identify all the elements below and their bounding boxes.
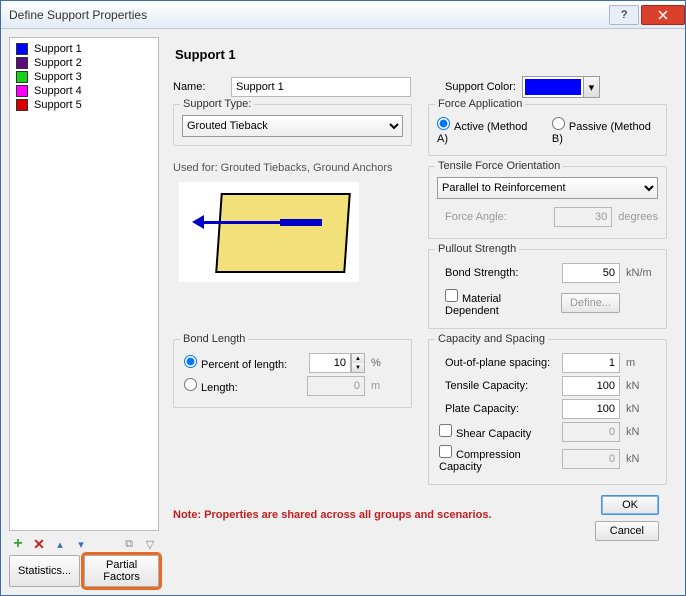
length-radio[interactable]: Length: xyxy=(184,378,301,394)
chevron-down-icon: ▾ xyxy=(583,77,599,97)
passive-radio[interactable]: Passive (Method B) xyxy=(552,117,658,145)
compression-capacity-input xyxy=(562,449,620,469)
cancel-button[interactable]: Cancel xyxy=(595,521,659,541)
list-item[interactable]: Support 5 xyxy=(16,98,152,112)
close-button[interactable] xyxy=(641,5,685,25)
define-button: Define... xyxy=(561,293,620,313)
force-application-group: Force Application Active (Method A) Pass… xyxy=(428,104,667,156)
plate-capacity-input[interactable] xyxy=(562,399,620,419)
color-swatch xyxy=(16,43,28,55)
color-preview xyxy=(525,79,581,95)
down-arrow-icon[interactable]: ▾ xyxy=(72,535,90,553)
up-arrow-icon[interactable]: ▴ xyxy=(51,535,69,553)
dialog-window: Define Support Properties ? Support 1 Su… xyxy=(0,0,686,596)
used-for-text: Used for: Grouted Tiebacks, Ground Ancho… xyxy=(173,156,412,178)
list-item[interactable]: Support 4 xyxy=(16,84,152,98)
bond-strength-input[interactable] xyxy=(562,263,620,283)
list-toolbar: + ✕ ▴ ▾ ⧉ ▽ xyxy=(9,531,159,555)
color-swatch xyxy=(16,71,28,83)
color-swatch xyxy=(16,99,28,111)
shear-capacity-checkbox[interactable]: Shear Capacity xyxy=(439,424,556,440)
window-title: Define Support Properties xyxy=(9,8,607,22)
support-type-group: Support Type: Grouted Tieback xyxy=(173,104,412,146)
add-icon[interactable]: + xyxy=(9,535,27,553)
support-color-label: Support Color: xyxy=(445,81,516,93)
spacing-input[interactable] xyxy=(562,353,620,373)
ok-button[interactable]: OK xyxy=(601,495,659,515)
support-preview xyxy=(179,182,359,282)
list-item[interactable]: Support 1 xyxy=(16,42,152,56)
length-input xyxy=(307,376,365,396)
list-item[interactable]: Support 2 xyxy=(16,56,152,70)
filter-icon[interactable]: ▽ xyxy=(141,535,159,553)
capacity-spacing-group: Capacity and Spacing Out-of-plane spacin… xyxy=(428,339,667,485)
support-list[interactable]: Support 1 Support 2 Support 3 Support 4 … xyxy=(9,37,159,531)
tfo-select[interactable]: Parallel to Reinforcement xyxy=(437,177,658,199)
statistics-button[interactable]: Statistics... xyxy=(9,555,80,587)
active-radio[interactable]: Active (Method A) xyxy=(437,117,535,145)
spinner[interactable]: ▲▼ xyxy=(351,353,365,373)
partial-factors-button[interactable]: Partial Factors xyxy=(84,555,159,587)
tensile-force-orientation-group: Tensile Force Orientation Parallel to Re… xyxy=(428,166,667,239)
bond-length-group: Bond Length Percent of length: ▲▼ % Leng… xyxy=(173,339,412,408)
compression-capacity-checkbox[interactable]: Compression Capacity xyxy=(439,445,556,473)
name-label: Name: xyxy=(173,81,225,93)
support-type-select[interactable]: Grouted Tieback xyxy=(182,115,403,137)
tensile-capacity-input[interactable] xyxy=(562,376,620,396)
color-swatch xyxy=(16,57,28,69)
name-input[interactable] xyxy=(231,77,411,97)
shear-capacity-input xyxy=(562,422,620,442)
help-button[interactable]: ? xyxy=(609,5,639,25)
color-swatch xyxy=(16,85,28,97)
titlebar: Define Support Properties ? xyxy=(1,1,685,29)
delete-icon[interactable]: ✕ xyxy=(30,535,48,553)
percent-length-radio[interactable]: Percent of length: xyxy=(184,355,303,371)
material-dependent-checkbox[interactable]: Material Dependent xyxy=(445,289,555,317)
list-item[interactable]: Support 3 xyxy=(16,70,152,84)
percent-length-input[interactable] xyxy=(309,353,351,373)
panel-header: Support 1 xyxy=(173,43,667,76)
pullout-strength-group: Pullout Strength Bond Strength: kN/m Mat… xyxy=(428,249,667,329)
copy-icon[interactable]: ⧉ xyxy=(120,535,138,553)
support-color-dropdown[interactable]: ▾ xyxy=(522,76,600,98)
note-text: Note: Properties are shared across all g… xyxy=(173,507,492,529)
force-angle-input xyxy=(554,207,612,227)
